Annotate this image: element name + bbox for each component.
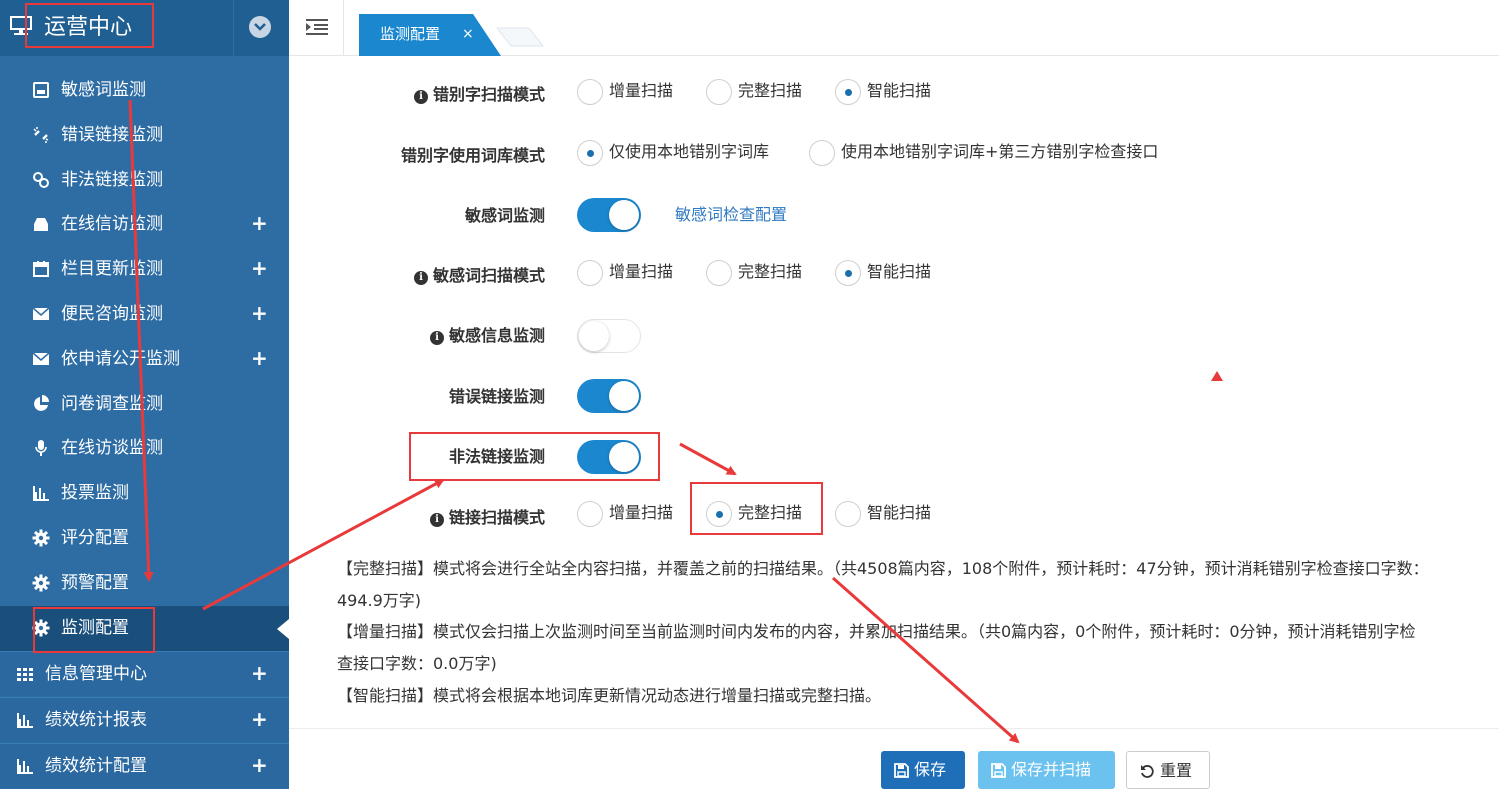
arrow-menu-to-switch — [202, 478, 445, 611]
annotation-arrows — [128, 99, 1223, 744]
arrow-fullscan-to-button — [832, 576, 1020, 744]
arrow-switch-to-fullscan — [679, 442, 737, 476]
annotation-mark — [1211, 371, 1223, 381]
arrow-title-to-menu — [128, 99, 154, 582]
